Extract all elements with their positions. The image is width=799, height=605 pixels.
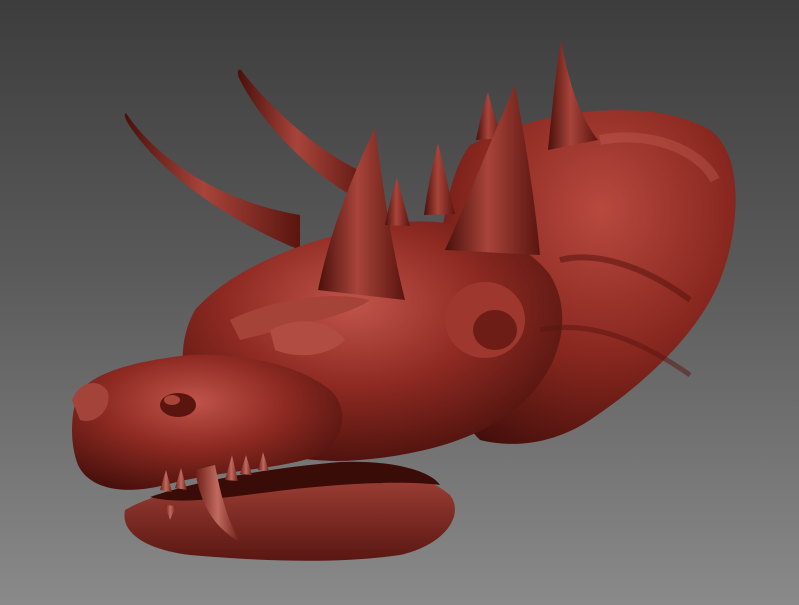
left-back-horn [124,113,301,250]
eye-socket [160,393,196,417]
small-spike-1 [385,178,410,226]
cheek-boss-shadow [473,310,517,350]
small-spike-2 [424,143,455,215]
dragon-head-sculpt [72,40,736,561]
middle-back-horn [237,69,370,201]
eye-socket-highlight [164,395,180,405]
neck-spike-1 [548,40,598,150]
sculpt-viewport[interactable] [0,0,799,605]
